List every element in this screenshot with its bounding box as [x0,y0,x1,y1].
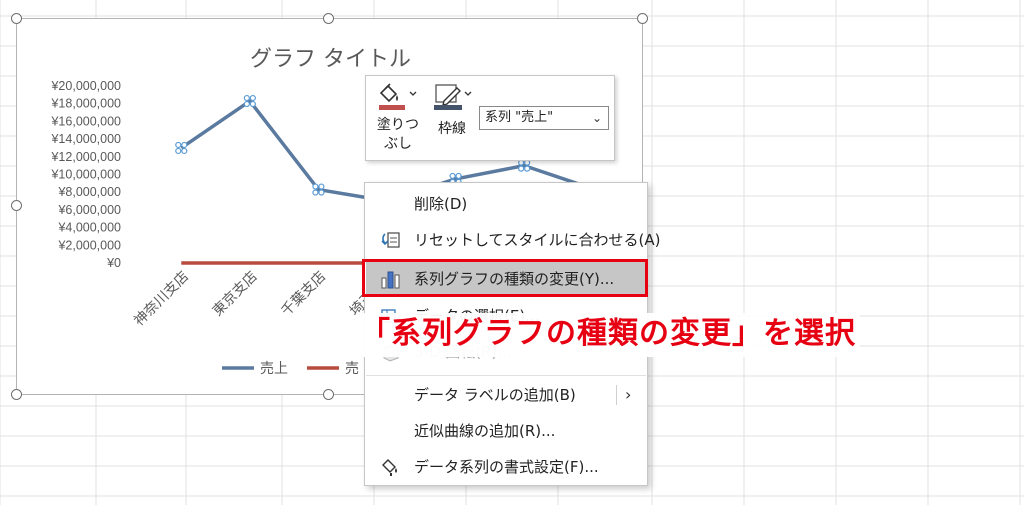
chart-legend[interactable]: 売上 売 [222,361,359,377]
x-category-label: 千葉支店 [278,269,329,320]
fill-button[interactable]: 塗りつ ぶし [372,82,424,154]
y-tick-label: ¥20,000,000 [50,79,121,93]
menu-item-delete[interactable]: 削除(D) [366,186,646,222]
highlight-box [362,259,648,297]
y-tick-label: ¥0 [106,256,121,270]
outline-button[interactable]: 枠線 [428,82,476,139]
fill-label-line2: ぶし [384,136,412,152]
legend-label: 売上 [260,361,288,377]
resize-handle-bottom-left[interactable] [11,389,22,400]
menu-item-label: 削除(D) [414,195,468,213]
y-tick-label: ¥18,000,000 [50,97,121,111]
menu-item-label: リセットしてスタイルに合わせる(A) [414,231,661,249]
fill-label-line1: 塗りつ [376,117,420,133]
y-tick-label: ¥16,000,000 [50,114,121,128]
x-category-label: 東京支店 [210,269,261,320]
legend-label: 売 [345,361,359,377]
format-paint-icon [382,459,397,476]
y-tick-label: ¥6,000,000 [57,203,121,217]
mini-toolbar: 塗りつ ぶし 枠線 系列 "売上" ⌄ [365,75,615,161]
y-tick-label: ¥2,000,000 [57,238,121,252]
paint-bucket-icon [379,83,417,110]
resize-handle-bottom[interactable] [323,389,334,400]
outline-label: 枠線 [438,121,466,137]
submenu-separator [616,385,617,405]
pen-outline-icon [434,84,472,110]
y-tick-label: ¥10,000,000 [50,168,121,182]
series-selector-dropdown[interactable]: 系列 "売上" ⌄ [479,106,609,130]
x-category-label: 神奈川支店 [131,269,192,330]
chevron-right-icon: › [625,385,632,404]
chevron-down-icon: ⌄ [591,111,602,125]
y-tick-label: ¥8,000,000 [57,185,121,199]
menu-item-label: データ系列の書式設定(F)... [414,458,599,476]
y-tick-label: ¥14,000,000 [50,132,121,146]
resize-handle-top[interactable] [323,13,334,24]
resize-handle-top-left[interactable] [11,13,22,24]
menu-item-add-data-labels[interactable]: データ ラベルの追加(B) › [366,377,646,413]
resize-handle-top-right[interactable] [637,13,648,24]
menu-item-label: データ ラベルの追加(B) [414,386,576,404]
reset-style-icon [381,232,400,248]
y-tick-label: ¥4,000,000 [57,221,121,235]
menu-item-add-trendline[interactable]: 近似曲線の追加(R)... [366,413,646,449]
menu-item-label: 近似曲線の追加(R)... [414,422,556,440]
y-tick-label: ¥12,000,000 [50,150,121,164]
resize-handle-left[interactable] [11,200,22,211]
menu-item-reset-style[interactable]: リセットしてスタイルに合わせる(A) [366,222,661,258]
menu-separator [366,375,646,376]
series-selector-value: 系列 "売上" [485,110,554,125]
menu-item-format-data-series[interactable]: データ系列の書式設定(F)... [366,449,646,485]
annotation-callout: 「系列グラフの種類の変更」を選択 [356,313,860,357]
